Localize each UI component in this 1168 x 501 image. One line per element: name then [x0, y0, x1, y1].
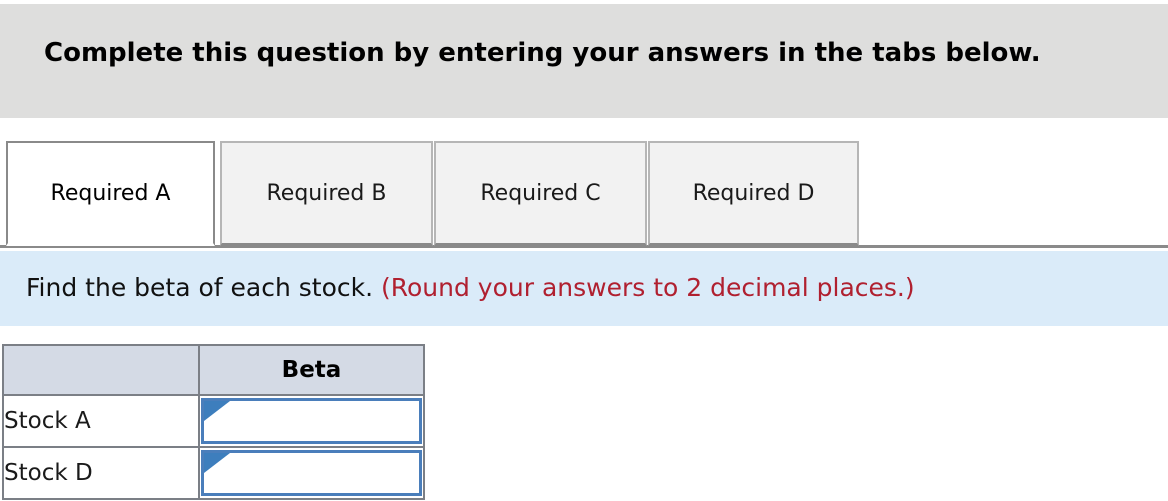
tab-required-d-label: Required D — [692, 180, 815, 206]
tab-required-d[interactable]: Required D — [648, 141, 859, 246]
cell-corner-marker-icon — [204, 401, 230, 421]
beta-cell-stock-a[interactable] — [198, 394, 425, 448]
beta-input-stock-d[interactable] — [201, 450, 422, 496]
answer-table: Beta Stock A Stock D — [2, 344, 425, 500]
table-header-blank — [2, 344, 200, 396]
tab-required-a-label: Required A — [50, 180, 171, 206]
row-label-stock-a: Stock A — [2, 394, 200, 448]
instruction-banner-title: Complete this question by entering your … — [44, 38, 1041, 68]
question-prompt-main: Find the beta of each stock. — [26, 273, 374, 302]
instruction-banner: Complete this question by entering your … — [0, 4, 1168, 118]
row-label-stock-d: Stock D — [2, 446, 200, 500]
question-prompt-text: Find the beta of each stock. (Round your… — [26, 273, 915, 302]
tab-required-b[interactable]: Required B — [220, 141, 433, 246]
table-row: Stock A — [2, 394, 425, 448]
question-prompt-rounding-note: (Round your answers to 2 decimal places.… — [381, 273, 915, 302]
cell-corner-marker-icon — [204, 453, 230, 473]
tab-strip: Required A Required B Required C Require… — [0, 141, 1168, 248]
beta-input-stock-a[interactable] — [201, 398, 422, 444]
tab-required-c[interactable]: Required C — [434, 141, 647, 246]
beta-cell-stock-d[interactable] — [198, 446, 425, 500]
tab-required-c-label: Required C — [480, 180, 601, 206]
tab-required-a[interactable]: Required A — [6, 141, 215, 246]
table-row: Stock D — [2, 446, 425, 500]
table-header-beta: Beta — [198, 344, 425, 396]
table-header-row: Beta — [2, 344, 425, 396]
question-prompt-bar: Find the beta of each stock. (Round your… — [0, 251, 1168, 326]
tab-required-b-label: Required B — [266, 180, 387, 206]
